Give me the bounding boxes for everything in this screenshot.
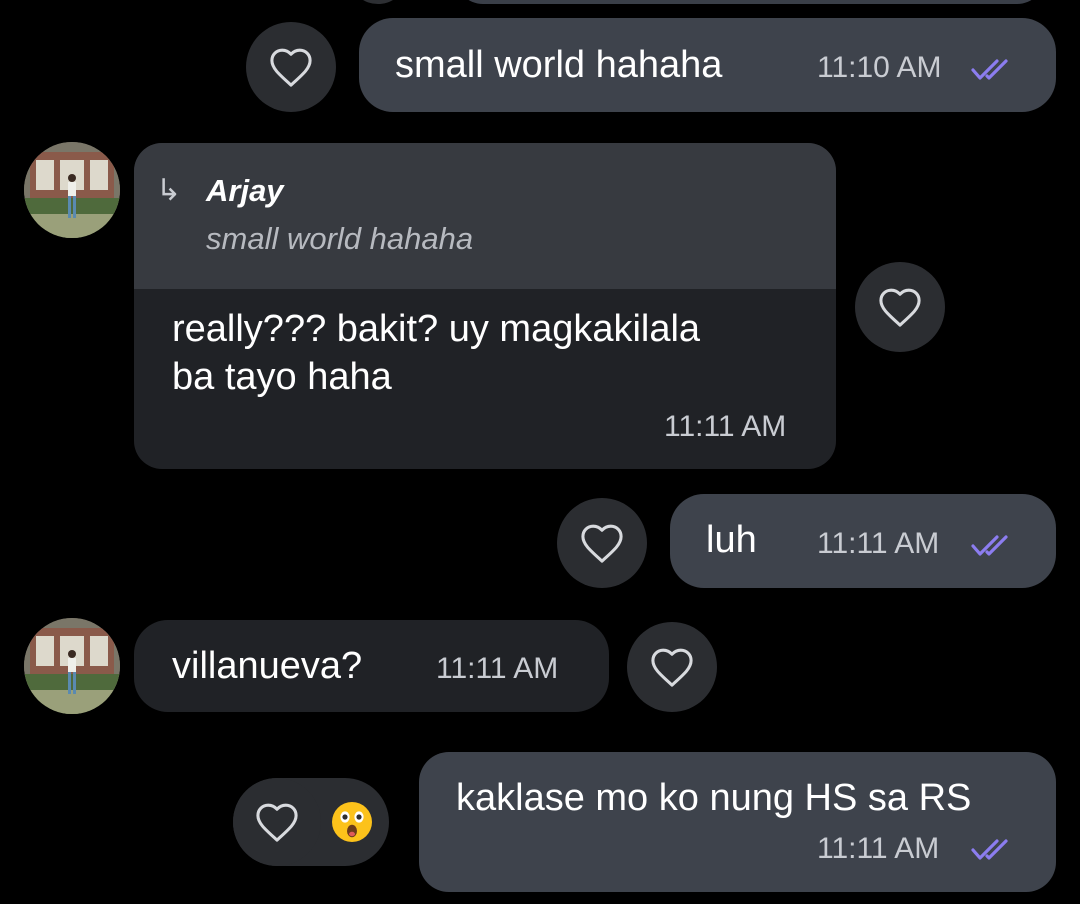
- message-time: 11:11 AM: [817, 832, 940, 865]
- double-check-icon: [971, 839, 1008, 860]
- profile-photo: [24, 618, 120, 714]
- message-text-line-1: really??? bakit? uy magkakilala: [172, 308, 701, 350]
- avatar[interactable]: [24, 142, 120, 238]
- profile-photo: [24, 142, 120, 238]
- avatar[interactable]: [24, 618, 120, 714]
- message-text: kaklase mo ko nung HS sa RS: [456, 777, 972, 819]
- like-button[interactable]: [233, 778, 321, 866]
- partial-message-bubble[interactable]: [455, 0, 1045, 4]
- heart-outline-icon: [651, 648, 693, 687]
- double-check-icon: [971, 535, 1008, 556]
- like-button[interactable]: [246, 22, 336, 112]
- like-button[interactable]: [627, 622, 717, 712]
- like-button[interactable]: [557, 498, 647, 588]
- message-text: small world hahaha: [395, 44, 723, 86]
- chat-canvas: small world hahaha 11:10 AM ↳ Arjay smal…: [0, 0, 1080, 904]
- like-button[interactable]: [855, 262, 945, 352]
- astonished-face-emoji-icon[interactable]: [330, 800, 374, 844]
- message-time: 11:11 AM: [436, 652, 559, 685]
- message-text: luh: [706, 519, 757, 561]
- partial-reaction-button[interactable]: [352, 0, 404, 4]
- reply-quoted-text: small world hahaha: [206, 221, 474, 256]
- message-bubble-incoming[interactable]: villanueva? 11:11 AM: [134, 620, 609, 712]
- message-bubble-outgoing[interactable]: kaklase mo ko nung HS sa RS 11:11 AM: [419, 752, 1056, 892]
- message-time: 11:10 AM: [817, 51, 942, 84]
- message-bubble-incoming[interactable]: ↳ Arjay small world hahaha really??? bak…: [134, 143, 836, 469]
- heart-outline-icon: [879, 288, 921, 327]
- message-time: 11:11 AM: [664, 410, 787, 443]
- message-text-line-2: ba tayo haha: [172, 356, 392, 398]
- message-text: villanueva?: [172, 645, 363, 687]
- heart-outline-icon: [270, 48, 312, 87]
- message-time: 11:11 AM: [817, 527, 940, 560]
- message-bubble-outgoing[interactable]: luh 11:11 AM: [670, 494, 1056, 588]
- heart-outline-icon: [256, 803, 298, 842]
- heart-outline-icon: [581, 524, 623, 563]
- double-check-icon: [971, 59, 1008, 80]
- reply-preview[interactable]: ↳ Arjay small world hahaha: [134, 143, 836, 289]
- reply-arrow-icon: ↳: [156, 174, 182, 207]
- message-bubble-outgoing[interactable]: small world hahaha 11:10 AM: [359, 18, 1056, 112]
- reply-sender-name: Arjay: [206, 173, 284, 208]
